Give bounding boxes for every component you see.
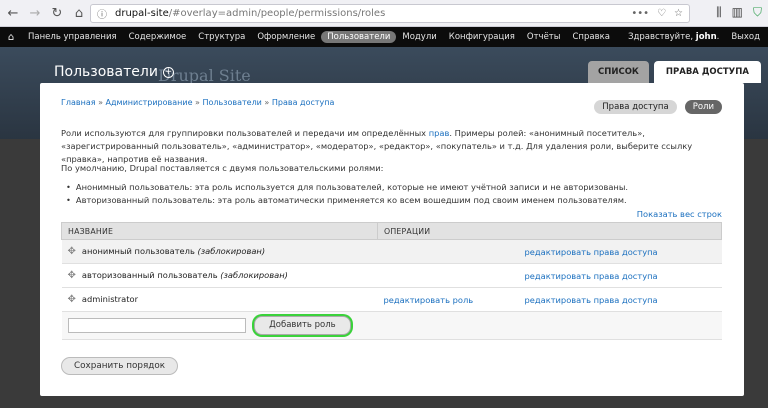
table-row: ✥ administrator редактировать роль редакт… [61, 287, 722, 312]
breadcrumb-home[interactable]: Главная [61, 98, 96, 107]
breadcrumb: Главная » Администрирование » Пользовате… [61, 98, 335, 107]
back-icon[interactable]: ← [4, 4, 22, 22]
breadcrumb-people[interactable]: Пользователи [202, 98, 261, 107]
edit-role-cell [377, 239, 519, 264]
tab-permissions[interactable]: ПРАВА ДОСТУПА [653, 61, 761, 83]
url-host: drupal-site [115, 8, 169, 19]
url-path: /#overlay=admin/people/permissions/roles [168, 8, 386, 19]
reload-icon[interactable]: ↻ [48, 4, 66, 22]
list-item: Авторизованный пользователь: эта роль ав… [66, 194, 628, 207]
default-roles-text: По умолчанию, Drupal поставляется с двум… [61, 163, 384, 173]
toolbar-help[interactable]: Справка [566, 32, 615, 42]
role-name: авторизованный пользователь [81, 270, 218, 280]
toolbar-reports[interactable]: Отчёты [521, 32, 567, 42]
page-title: Пользователи + [54, 64, 174, 80]
edit-permissions-link[interactable]: редактировать права доступа [525, 295, 658, 305]
list-item: Анонимный пользователь: эта роль использ… [66, 181, 628, 194]
role-locked: (заблокирован) [220, 270, 288, 280]
content-panel: Главная » Администрирование » Пользовате… [40, 83, 744, 396]
add-role-button[interactable]: Добавить роль [254, 316, 351, 335]
role-locked: (заблокирован) [197, 246, 266, 256]
toolbar-modules[interactable]: Модули [396, 32, 442, 42]
toolbar-structure[interactable]: Структура [192, 32, 251, 42]
add-role-row: Добавить роль [61, 311, 722, 340]
primary-tabs: СПИСОК ПРАВА ДОСТУПА [588, 61, 761, 83]
table-row: ✥ авторизованный пользователь (заблокиров… [61, 263, 722, 288]
toolbar-people[interactable]: Пользователи [321, 31, 397, 43]
shield-icon[interactable]: ⛉ [753, 5, 762, 20]
permissions-link[interactable]: прав [429, 128, 450, 138]
roles-table: НАЗВАНИЕ ОПЕРАЦИИ ✥ анонимный пользовател… [61, 222, 722, 340]
page-actions-icon[interactable]: ••• [631, 8, 649, 19]
username[interactable]: john [696, 32, 717, 42]
user-greeting: Здравствуйте, john. [628, 32, 720, 42]
add-shortcut-icon[interactable]: + [162, 66, 174, 78]
edit-permissions-link[interactable]: редактировать права доступа [525, 247, 658, 257]
desc-text-1: Роли используются для группировки пользо… [61, 128, 429, 138]
default-roles-list: Анонимный пользователь: эта роль использ… [66, 181, 628, 207]
subtab-permissions[interactable]: Права доступа [594, 100, 677, 114]
edit-role-cell [377, 263, 519, 288]
show-row-weights-link[interactable]: Показать вес строк [637, 209, 722, 219]
edit-role-link[interactable]: редактировать роль [384, 295, 474, 305]
library-icon[interactable]: ⫼ [716, 5, 722, 20]
column-header-name: НАЗВАНИЕ [61, 222, 378, 240]
page-title-text: Пользователи [54, 64, 158, 80]
admin-toolbar: ⌂ Панель управления Содержимое Структура… [0, 27, 768, 47]
info-icon[interactable]: ⓘ [97, 6, 107, 21]
drag-handle-icon[interactable]: ✥ [68, 246, 76, 257]
roles-description: Роли используются для группировки пользо… [61, 127, 721, 166]
address-bar[interactable]: ⓘ drupal-site/#overlay=admin/people/perm… [90, 4, 690, 23]
edit-permissions-link[interactable]: редактировать права доступа [525, 271, 658, 281]
bookmark-star-icon[interactable]: ☆ [674, 8, 683, 19]
toolbar-appearance[interactable]: Оформление [251, 32, 321, 42]
subtab-roles[interactable]: Роли [684, 100, 722, 114]
browser-toolbar: ← → ↻ ⌂ ⓘ drupal-site/#overlay=admin/peo… [0, 0, 768, 27]
toolbar-dashboard[interactable]: Панель управления [22, 32, 123, 42]
forward-icon[interactable]: → [26, 4, 44, 22]
secondary-tabs: Права доступа Роли [594, 100, 722, 114]
drag-handle-icon[interactable]: ✥ [68, 270, 76, 281]
role-name: анонимный пользователь [81, 246, 195, 256]
breadcrumb-admin[interactable]: Администрирование [106, 98, 193, 107]
greeting-text: Здравствуйте, [628, 32, 694, 42]
logout-link[interactable]: Выход [731, 32, 760, 42]
column-header-operations: ОПЕРАЦИИ [377, 222, 722, 240]
tab-list[interactable]: СПИСОК [588, 61, 649, 83]
save-order-button[interactable]: Сохранить порядок [61, 357, 179, 375]
toolbar-home-icon[interactable]: ⌂ [0, 32, 22, 43]
pocket-icon[interactable]: ♡ [657, 8, 666, 19]
new-role-name-input[interactable] [67, 318, 246, 333]
breadcrumb-permissions[interactable]: Права доступа [272, 98, 335, 107]
toolbar-content[interactable]: Содержимое [123, 32, 193, 42]
toolbar-configuration[interactable]: Конфигурация [443, 32, 521, 42]
table-row: ✥ анонимный пользователь (заблокирован) р… [61, 239, 722, 264]
home-icon[interactable]: ⌂ [70, 4, 88, 22]
drag-handle-icon[interactable]: ✥ [68, 294, 76, 305]
sidebar-icon[interactable]: ▥ [732, 5, 743, 20]
role-name: administrator [81, 294, 139, 304]
